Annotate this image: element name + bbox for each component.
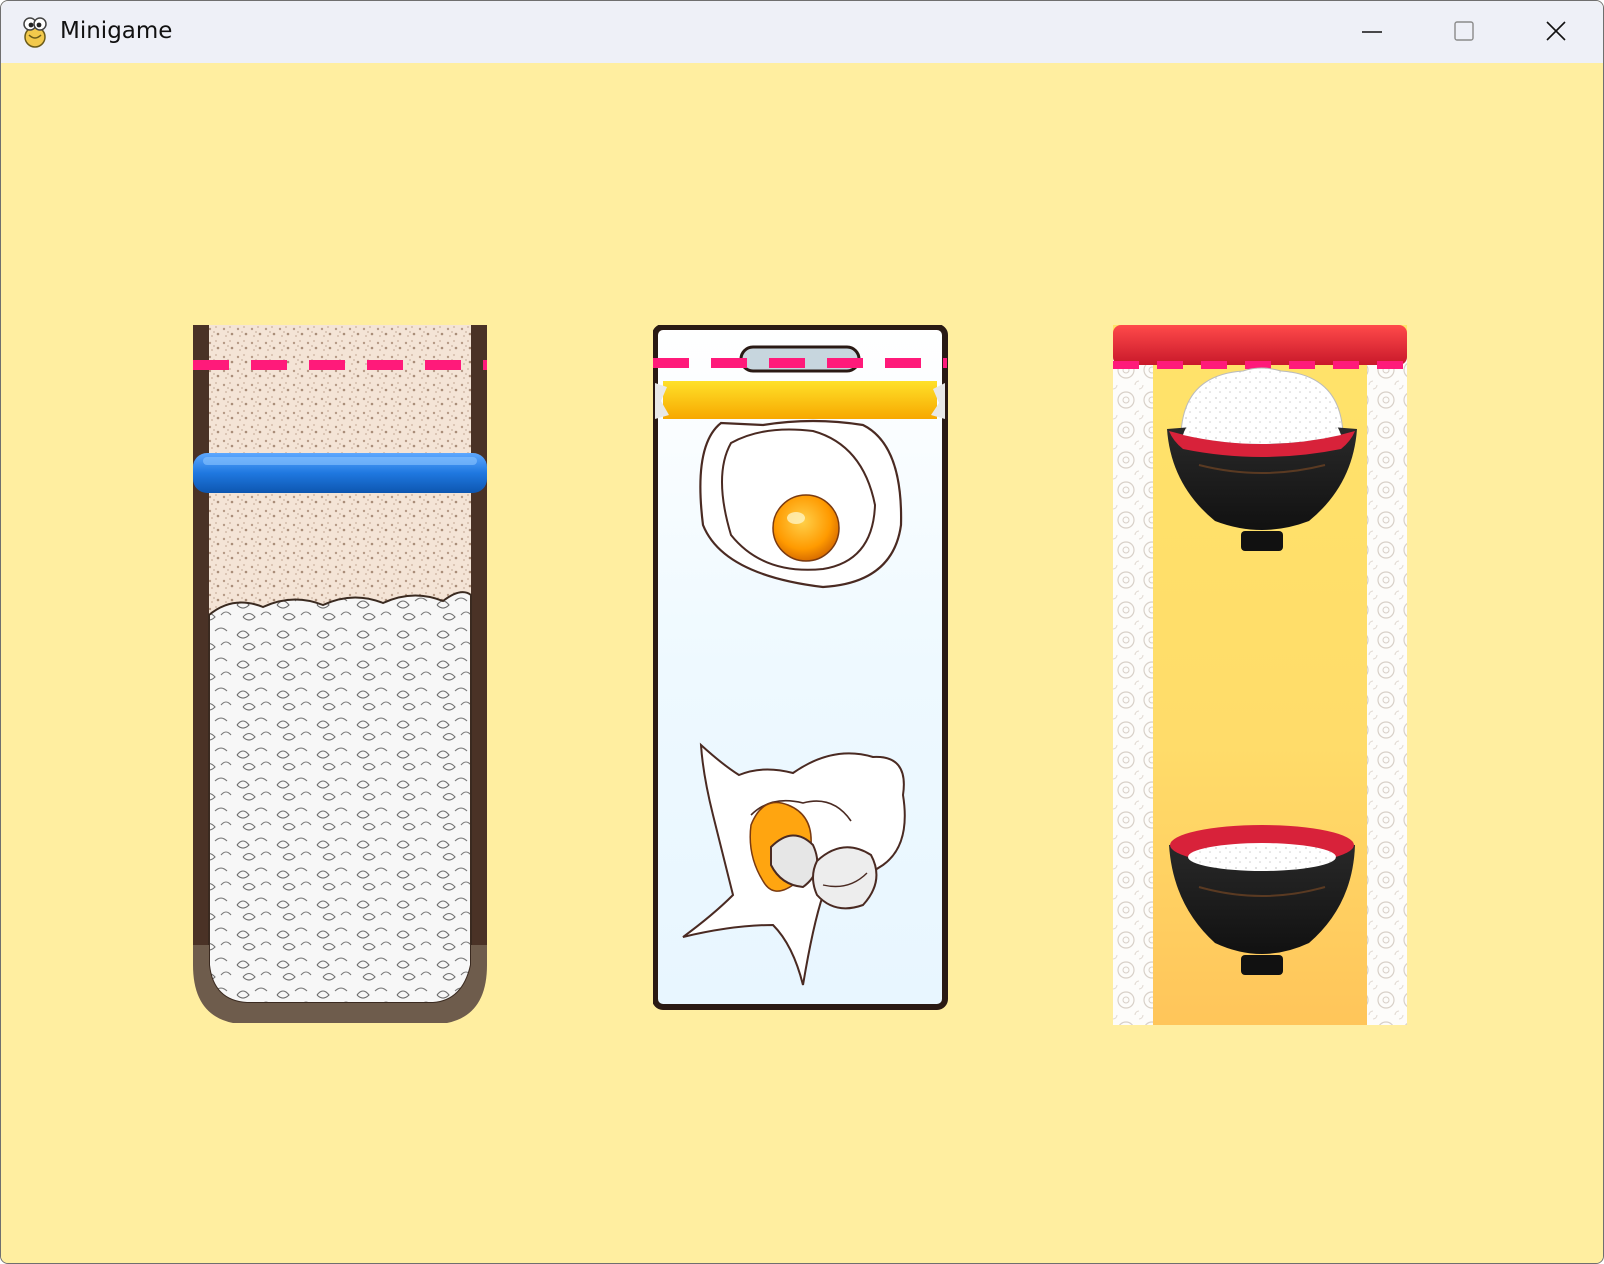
close-button[interactable] (1510, 1, 1602, 63)
rice-bag-illustration (193, 325, 487, 1023)
minimize-icon (1362, 31, 1382, 33)
game-window: Minigame (0, 0, 1604, 1264)
minimize-button[interactable] (1326, 1, 1418, 63)
close-icon (1546, 21, 1566, 41)
maximize-button[interactable] (1418, 1, 1510, 63)
egg-pack-illustration (653, 325, 948, 1010)
game-canvas[interactable] (1, 63, 1603, 1263)
maximize-icon (1454, 21, 1474, 41)
rice-bowls-illustration (1113, 325, 1407, 1025)
pygame-snake-icon (23, 17, 47, 48)
title-bar[interactable]: Minigame (1, 1, 1603, 63)
rice-bowls-panel[interactable] (1113, 325, 1413, 1025)
window-title: Minigame (60, 18, 173, 44)
rice-bag-panel[interactable] (193, 325, 493, 1025)
egg-pack-panel[interactable] (653, 325, 953, 1025)
